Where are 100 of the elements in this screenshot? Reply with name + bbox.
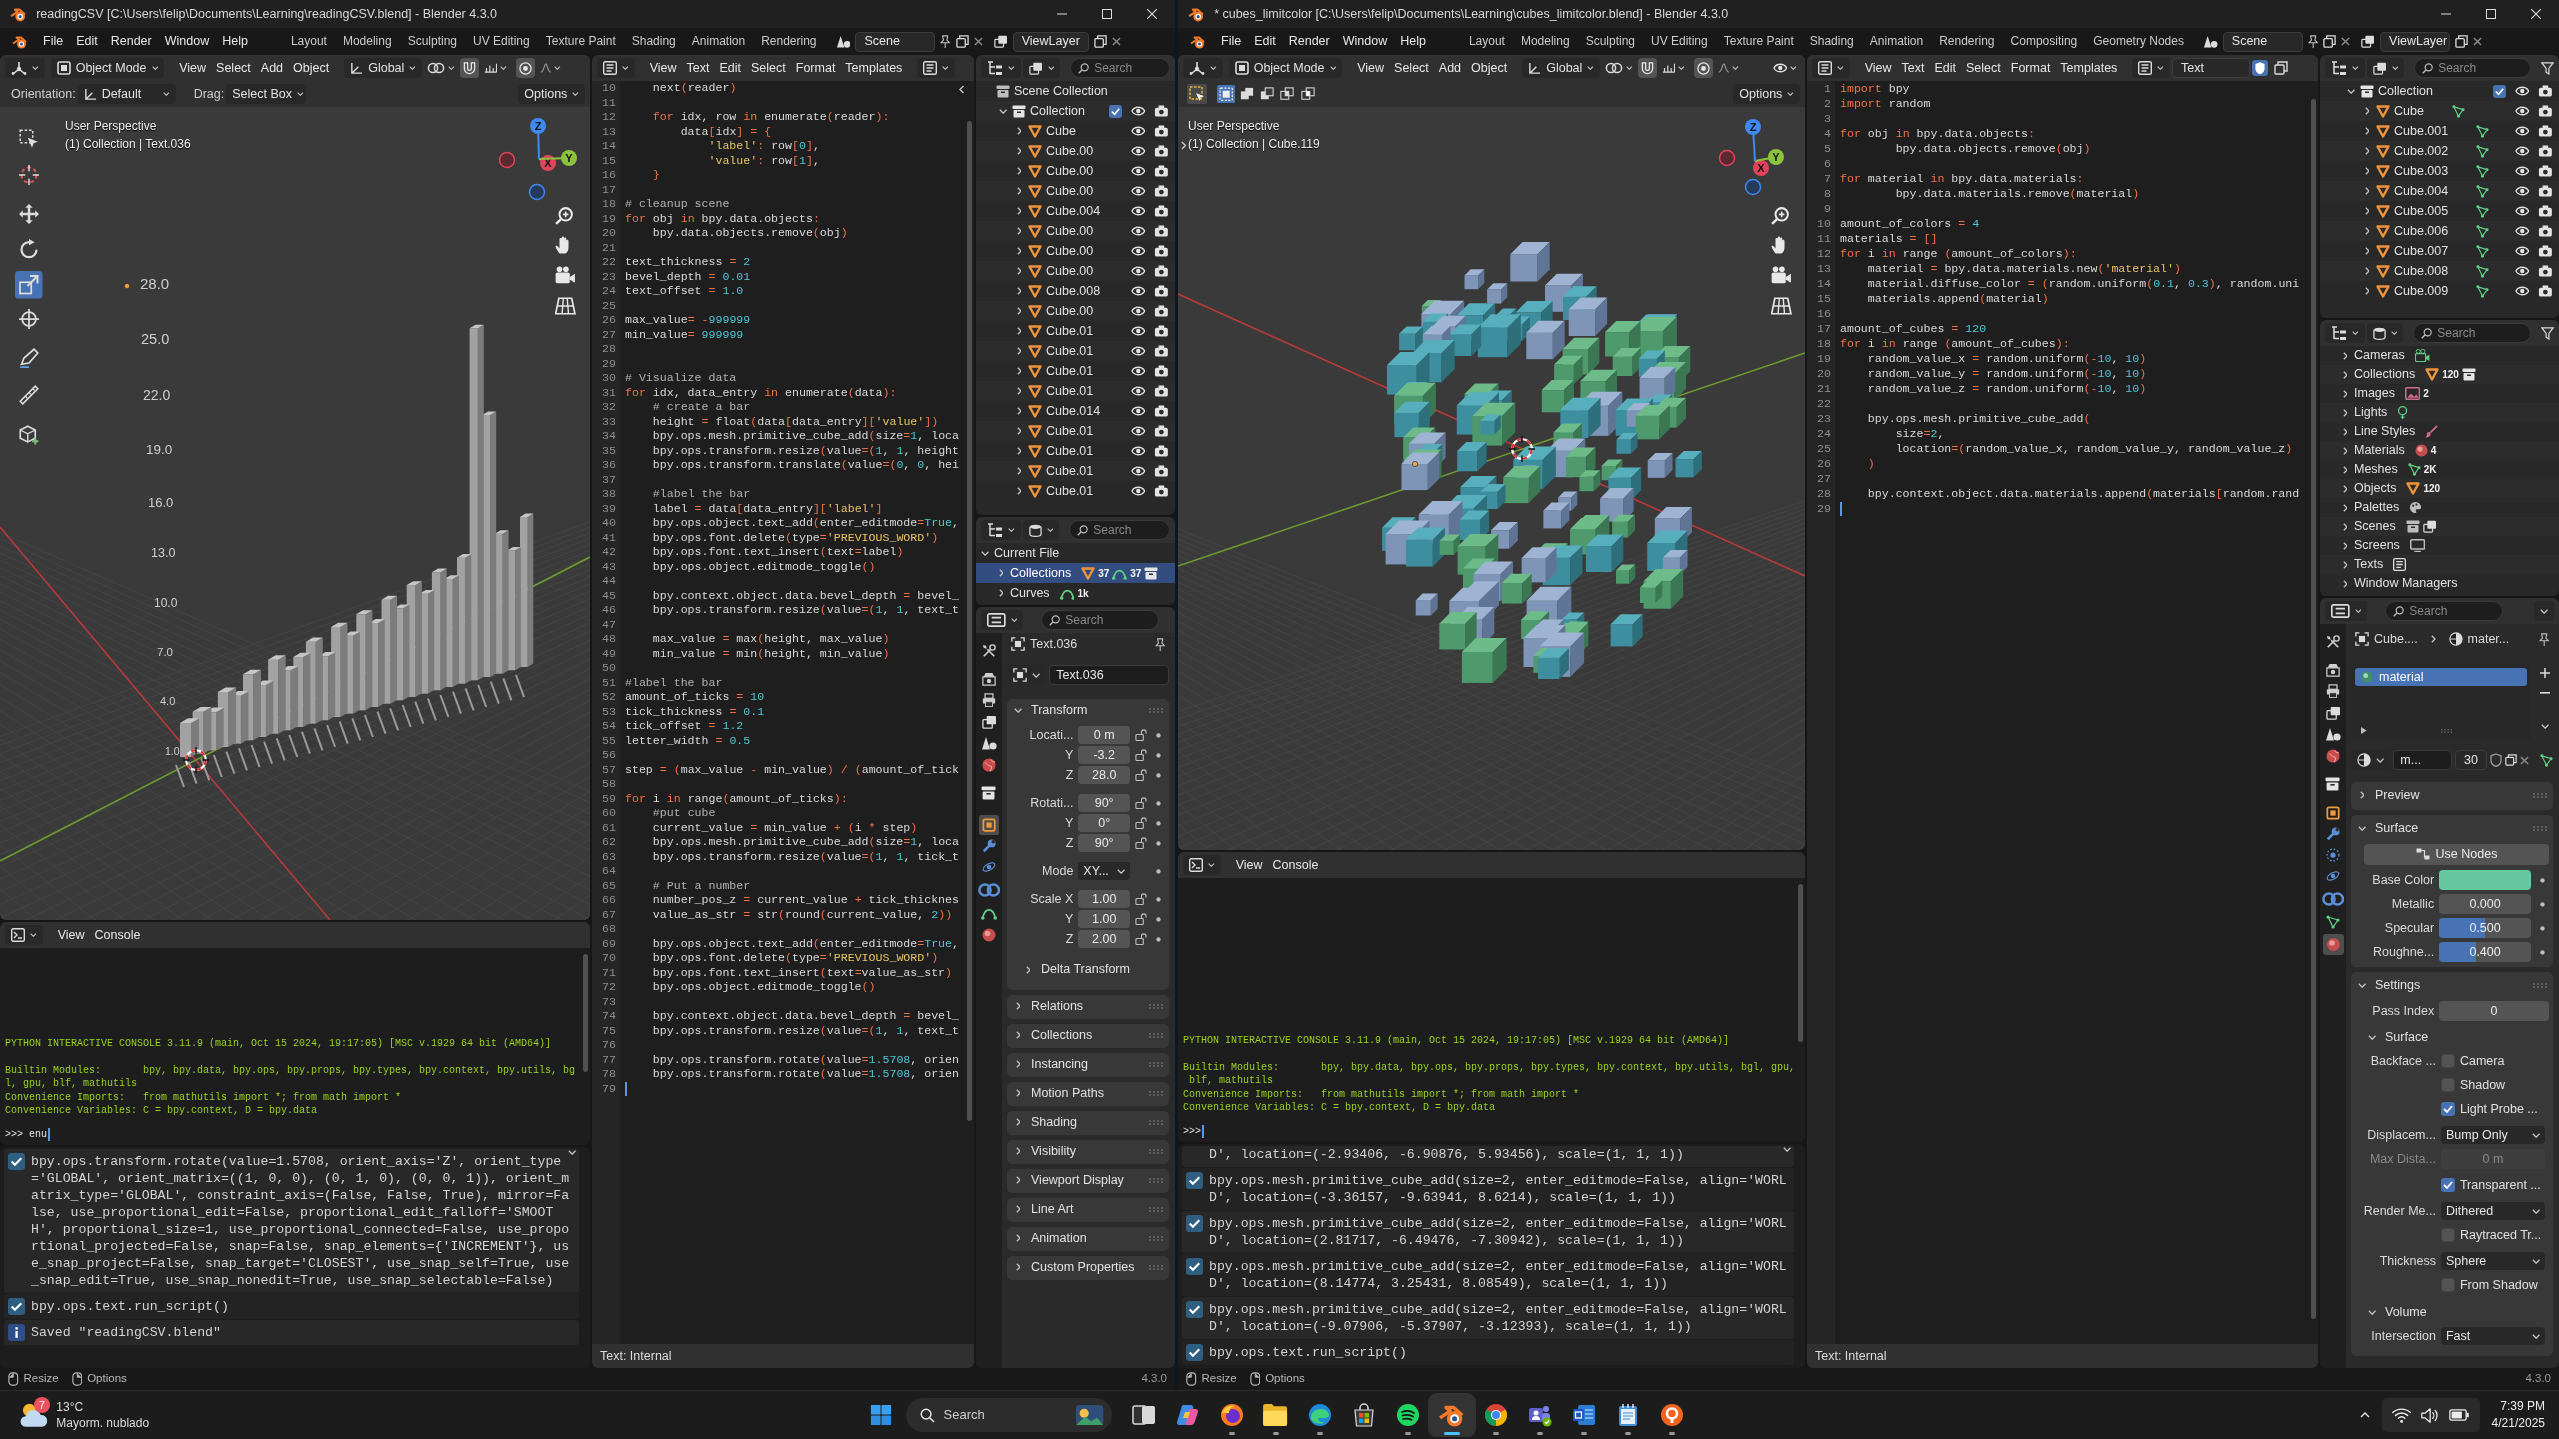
shield-icon[interactable]: [2252, 60, 2268, 76]
drag-handle-icon[interactable]: [2533, 825, 2547, 831]
menu-item[interactable]: Render: [1282, 31, 1336, 52]
select-subtract-icon[interactable]: [1259, 87, 1274, 101]
outliner-item[interactable]: Cube.006: [2394, 223, 2449, 239]
pan-hand-icon[interactable]: [1771, 236, 1787, 254]
render-camera-icon[interactable]: [982, 672, 996, 687]
subpanel-header[interactable]: Surface: [2357, 1027, 2549, 1048]
mesh-data-icon[interactable]: [2326, 915, 2340, 930]
view-layer-field[interactable]: ViewLayer: [1012, 31, 1089, 52]
camera-icon[interactable]: [2538, 265, 2553, 277]
filter-icon[interactable]: [2541, 61, 2554, 75]
scrollbar[interactable]: [1798, 884, 1803, 1043]
outliner-item[interactable]: Cube.00: [1046, 303, 1094, 319]
material-sphere-icon[interactable]: [982, 928, 996, 943]
chevron-icon[interactable]: [1016, 387, 1022, 395]
axis-handle[interactable]: Z: [1745, 119, 1761, 162]
mode-dropdown[interactable]: Object Mode: [50, 58, 165, 78]
search-field[interactable]: Search: [1070, 58, 1170, 78]
menu-item[interactable]: View: [1230, 854, 1268, 876]
cursor-tool-icon[interactable]: [18, 164, 39, 185]
stacked-images-icon[interactable]: [981, 714, 997, 729]
search-field[interactable]: Search: [2414, 58, 2531, 78]
mesh-data-icon[interactable]: [2476, 124, 2490, 138]
editor-type-dropdown[interactable]: [981, 520, 1021, 540]
keyframe-dot-icon[interactable]: [1156, 732, 1161, 738]
outliner-item[interactable]: Cube.001: [2394, 123, 2449, 139]
camera-icon[interactable]: [1154, 245, 1169, 257]
menu-item[interactable]: Edit: [1929, 57, 1961, 79]
text-icon[interactable]: [2393, 558, 2407, 571]
store-bag-icon[interactable]: [1351, 1403, 1376, 1427]
panel-header[interactable]: Preview: [2351, 782, 2553, 808]
chevron-icon[interactable]: [2342, 522, 2348, 531]
menu-item[interactable]: View: [1352, 57, 1390, 79]
drag-dropdown[interactable]: Select Box: [226, 84, 307, 104]
chevron-icon[interactable]: [2342, 465, 2348, 474]
workspace-tab[interactable]: Texture Paint: [1715, 31, 1802, 52]
camera-icon[interactable]: [2538, 145, 2553, 157]
number-field[interactable]: 1.00: [1078, 910, 1130, 928]
number-field[interactable]: 0: [2439, 1001, 2549, 1021]
subpanel-header[interactable]: Delta Transform: [1013, 959, 1165, 980]
panel-header[interactable]: Surface: [2351, 815, 2553, 841]
number-field[interactable]: 90°: [1078, 794, 1130, 812]
number-field[interactable]: 2.00: [1078, 930, 1130, 948]
list-row[interactable]: Objects 120: [2320, 479, 2559, 498]
keyframe-dot-icon[interactable]: [2540, 901, 2545, 907]
subpanel-header[interactable]: Volume: [2357, 1302, 2549, 1323]
menu-item[interactable]: Templates: [2055, 57, 2123, 79]
user-count[interactable]: 30: [2455, 750, 2487, 770]
menu-item[interactable]: Format: [790, 57, 841, 79]
eye-icon[interactable]: [1130, 306, 1146, 316]
camera-icon[interactable]: [2538, 185, 2553, 197]
object-triangle-icon[interactable]: [2425, 368, 2440, 381]
toggle-button[interactable]: Use Nodes: [2364, 843, 2549, 865]
eye-icon[interactable]: [1130, 486, 1146, 496]
maximize-icon[interactable]: [2486, 9, 2496, 19]
padlock-icon[interactable]: [1135, 749, 1147, 761]
object-square-icon[interactable]: [978, 814, 1000, 835]
printer-icon[interactable]: [982, 693, 996, 708]
snap-toggle[interactable]: [459, 58, 479, 78]
proportional-edit-toggle[interactable]: [515, 58, 535, 78]
eye-icon[interactable]: [1130, 266, 1146, 276]
snap-toggle[interactable]: [1637, 58, 1657, 78]
outliner-item[interactable]: Cube.01: [1046, 483, 1094, 499]
outliner-item[interactable]: Cube.005: [2394, 203, 2449, 219]
outliner-item[interactable]: Cube: [2394, 103, 2424, 119]
panel-header[interactable]: Settings: [2351, 972, 2553, 998]
select-box-icon[interactable]: [18, 128, 39, 149]
editor-type-dropdown[interactable]: [597, 58, 635, 78]
outliner-item[interactable]: Cube.008: [1046, 283, 1101, 299]
app-menu-icon[interactable]: [12, 34, 28, 49]
scene-icon[interactable]: [835, 35, 851, 48]
chevron-icon[interactable]: [1016, 127, 1022, 135]
mesh-data-icon[interactable]: [2476, 164, 2490, 178]
select-extend-icon[interactable]: [1239, 87, 1254, 101]
menu-item[interactable]: Select: [1961, 57, 2006, 79]
render-camera-icon[interactable]: [2326, 663, 2340, 678]
workspace-tab[interactable]: Layout: [1460, 31, 1513, 52]
keyframe-dot-icon[interactable]: [1156, 896, 1161, 902]
cone-sphere-icon[interactable]: [981, 736, 997, 751]
duplicate-icon[interactable]: [2455, 35, 2469, 48]
camera-icon[interactable]: [1154, 145, 1169, 157]
workspace-tab[interactable]: Sculpting: [399, 31, 465, 52]
outliner-item[interactable]: Cube.004: [2394, 183, 2449, 199]
list-row[interactable]: Window Managers: [2320, 574, 2559, 593]
outliner-item[interactable]: Cube.009: [2394, 283, 2449, 299]
unlink-icon[interactable]: [2341, 37, 2351, 46]
clock-date[interactable]: 4/21/2025: [2491, 1415, 2545, 1432]
zoom-icon[interactable]: [1771, 207, 1789, 225]
keyframe-dot-icon[interactable]: [1156, 916, 1161, 922]
editor-type-dropdown[interactable]: [981, 58, 1021, 78]
chevron-icon[interactable]: [2342, 541, 2348, 550]
mesh-data-icon[interactable]: [2476, 204, 2490, 218]
axis-handle[interactable]: X: [538, 155, 556, 171]
add-cube-icon[interactable]: [18, 424, 39, 445]
checkbox[interactable]: [2440, 1054, 2455, 1068]
stacked-images-icon[interactable]: [2325, 705, 2341, 720]
chevron-icon[interactable]: [1016, 427, 1022, 435]
eye-icon[interactable]: [1130, 446, 1146, 456]
editor-type-dropdown[interactable]: [2325, 323, 2365, 343]
